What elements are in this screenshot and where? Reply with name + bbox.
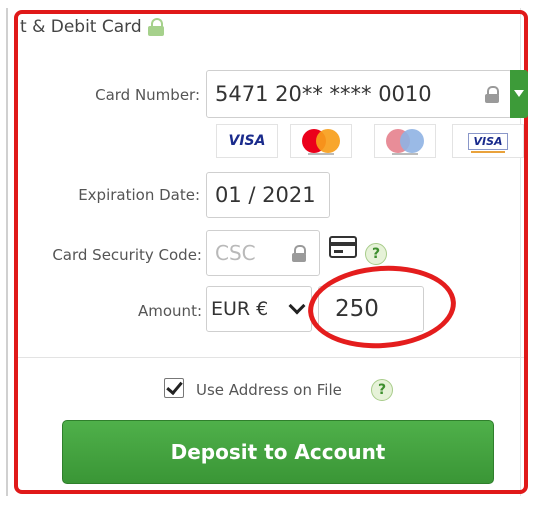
cvv-card-icon xyxy=(329,236,357,258)
security-lock-icon xyxy=(292,245,306,262)
visa-electron-text: VISA xyxy=(468,132,508,153)
deposit-button-label: Deposit to Account xyxy=(170,440,386,464)
section-title-text: t & Debit Card xyxy=(20,17,142,37)
card-number-label: Card Number: xyxy=(95,86,200,104)
expiration-value: 01 / 2021 xyxy=(215,183,316,207)
lock-icon xyxy=(147,18,164,36)
section-divider xyxy=(18,357,524,358)
card-number-lock-icon xyxy=(485,86,499,103)
mastercard-icon xyxy=(302,129,340,155)
card-number-input[interactable]: 5471 20** **** 0010 xyxy=(206,70,512,118)
expiration-label: Expiration Date: xyxy=(78,186,200,204)
currency-value: EUR € xyxy=(211,298,269,320)
deposit-button[interactable]: Deposit to Account xyxy=(62,420,494,484)
left-panel-edge xyxy=(6,8,8,496)
card-number-value: 5471 20** **** 0010 xyxy=(215,82,432,106)
visa-logo: VISA xyxy=(216,124,278,158)
mastercard-logo xyxy=(290,124,352,158)
visa-electron-logo: VISA xyxy=(452,124,524,158)
visa-logo-text: VISA xyxy=(228,133,266,149)
security-help-icon[interactable]: ? xyxy=(365,243,387,265)
expiration-input[interactable]: 01 / 2021 xyxy=(206,172,330,218)
use-address-checkbox[interactable] xyxy=(164,378,184,398)
maestro-logo xyxy=(374,124,436,158)
security-code-label: Card Security Code: xyxy=(52,246,202,264)
use-address-label: Use Address on File xyxy=(196,381,342,399)
amount-label: Amount: xyxy=(138,302,202,320)
use-address-help-icon[interactable]: ? xyxy=(371,379,393,401)
security-code-placeholder: CSC xyxy=(215,241,256,265)
section-title: t & Debit Card xyxy=(20,17,164,37)
card-dropdown-button[interactable] xyxy=(510,70,528,118)
maestro-icon xyxy=(386,129,424,155)
